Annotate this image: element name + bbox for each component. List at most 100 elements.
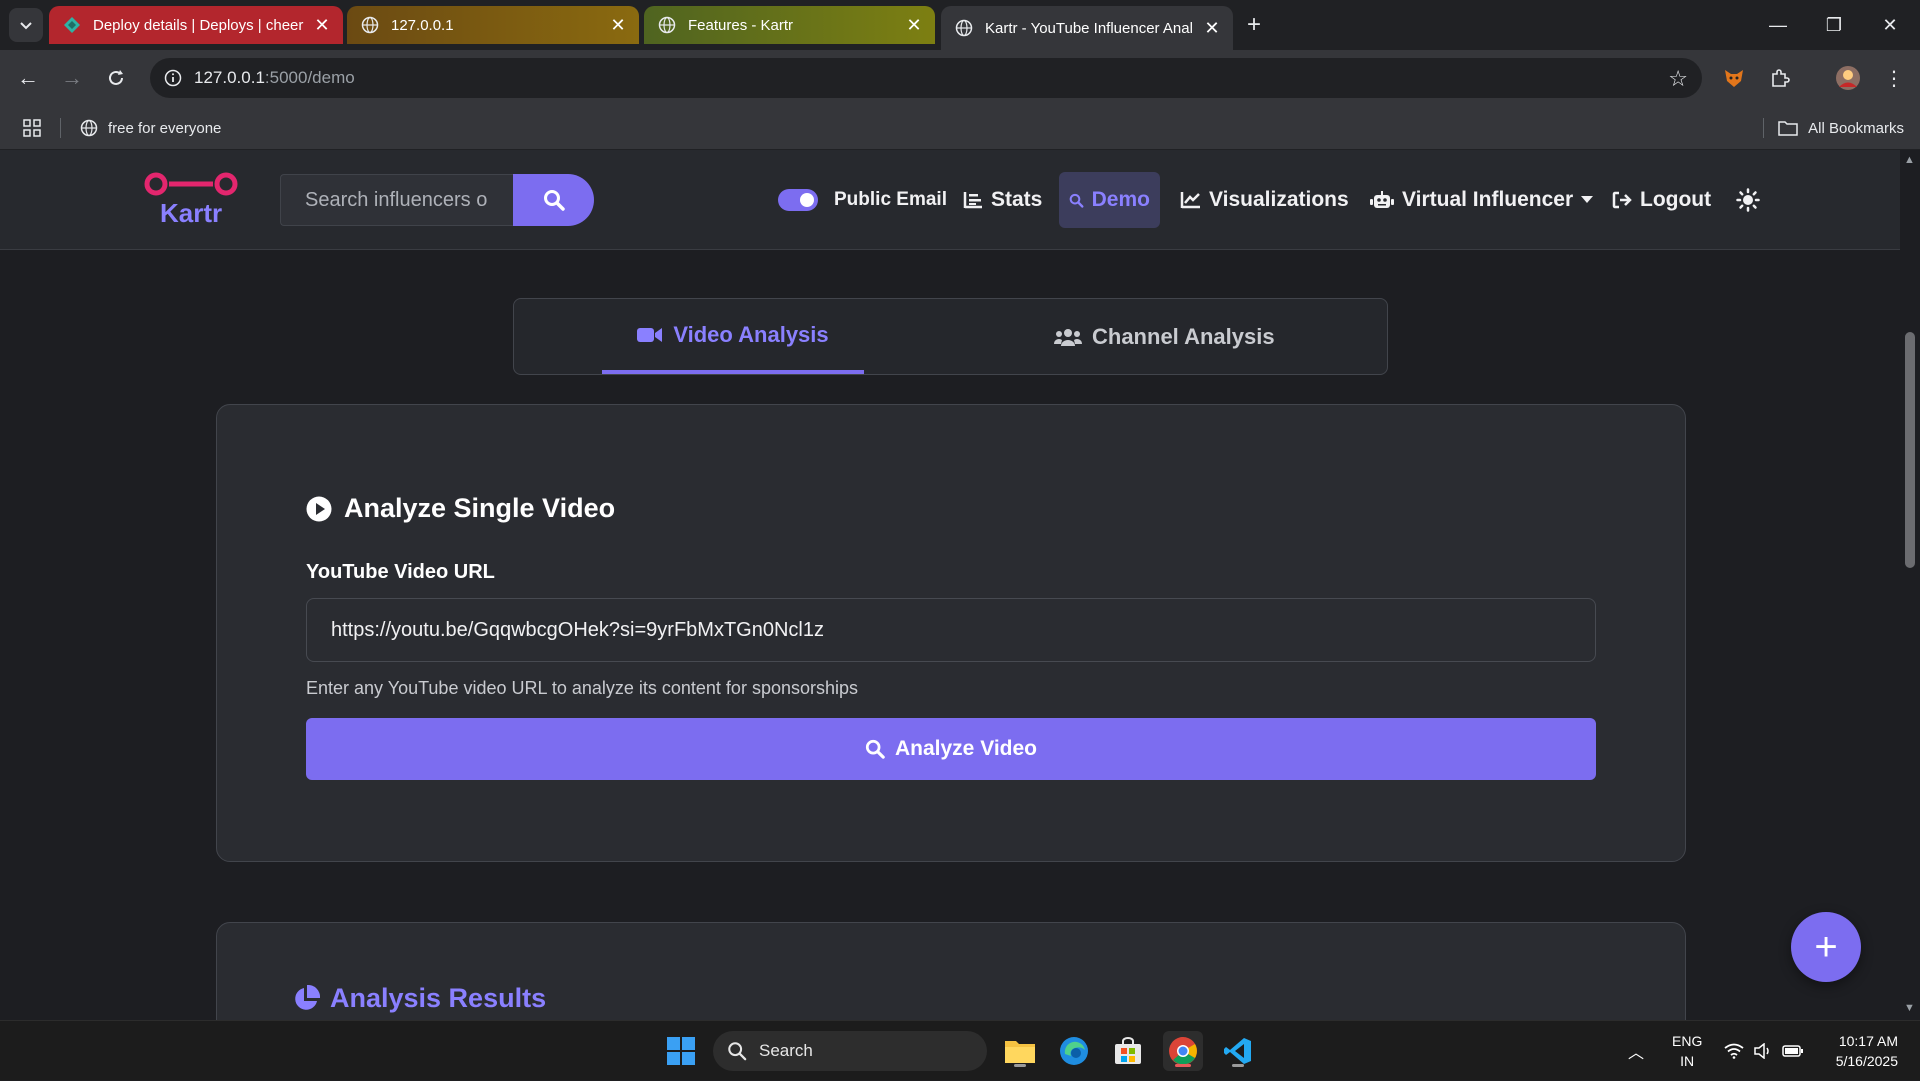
line-chart-icon: [1180, 192, 1200, 209]
close-window-button[interactable]: ✕: [1862, 0, 1918, 50]
search-button[interactable]: [513, 174, 594, 226]
scroll-down-arrow-icon[interactable]: ▼: [1904, 1002, 1915, 1014]
running-indicator: [1232, 1064, 1244, 1067]
browser-tab-localhost[interactable]: 127.0.0.1 ✕: [347, 6, 639, 44]
back-button[interactable]: ←: [12, 62, 44, 94]
scroll-thumb[interactable]: [1905, 332, 1915, 568]
url-field-label: YouTube Video URL: [306, 561, 495, 583]
url-help-text: Enter any YouTube video URL to analyze i…: [306, 678, 858, 698]
extensions-puzzle-icon[interactable]: [1764, 62, 1796, 94]
close-icon[interactable]: ✕: [1201, 17, 1223, 39]
list-chart-icon: [963, 192, 982, 209]
pie-chart-icon: [295, 984, 320, 1010]
tab-title: 127.0.0.1: [391, 16, 454, 34]
scroll-up-arrow-icon[interactable]: ▲: [1904, 154, 1915, 166]
profile-avatar[interactable]: [1832, 62, 1864, 94]
forward-button[interactable]: →: [56, 62, 88, 94]
public-email-toggle[interactable]: Public Email: [778, 172, 947, 228]
apps-grid-icon[interactable]: [22, 118, 42, 142]
page-scrollbar[interactable]: ▲ ▼: [1900, 150, 1920, 1020]
results-title: Analysis Results: [292, 983, 546, 1014]
users-icon: [1054, 328, 1082, 346]
chevron-down-icon: [20, 22, 32, 30]
globe-icon: [80, 119, 98, 137]
taskbar-search-label: Search: [759, 1041, 813, 1060]
running-indicator: [1014, 1064, 1026, 1067]
lang-top: ENG: [1672, 1033, 1703, 1049]
plus-icon: +: [1814, 924, 1838, 969]
nav-virtual-influencer[interactable]: Virtual Influencer: [1370, 172, 1594, 228]
lang-bottom: IN: [1680, 1053, 1695, 1069]
browser-tab-deploy[interactable]: Deploy details | Deploys | cheer ✕: [49, 6, 343, 44]
vscode-icon[interactable]: [1218, 1031, 1258, 1071]
search-icon: [865, 739, 885, 759]
battery-icon: [1782, 1045, 1803, 1057]
bookmark-label: free for everyone: [108, 119, 222, 137]
analysis-tabs: Video Analysis Channel Analysis: [513, 298, 1388, 375]
restore-button[interactable]: ❐: [1806, 0, 1862, 50]
address-bar[interactable]: 127.0.0.1:5000/demo ☆: [150, 58, 1702, 98]
search-icon: [728, 1042, 747, 1061]
tab-title: Kartr - YouTube Influencer Anal: [985, 19, 1193, 37]
floating-add-button[interactable]: +: [1791, 912, 1861, 982]
edge-browser-icon[interactable]: [1054, 1031, 1094, 1071]
analyze-video-label: Analyze Video: [895, 737, 1037, 760]
nav-stats-label: Stats: [991, 188, 1043, 211]
close-icon[interactable]: ✕: [311, 14, 333, 36]
chrome-browser-icon[interactable]: [1163, 1031, 1203, 1071]
analysis-results-card: Analysis Results: [216, 922, 1686, 1020]
close-icon[interactable]: ✕: [607, 14, 629, 36]
logout-icon: [1612, 191, 1632, 209]
taskbar-search[interactable]: Search: [713, 1031, 987, 1071]
theme-settings-button[interactable]: [1736, 172, 1760, 228]
tray-overflow-chevron-icon[interactable]: ︿: [1628, 1021, 1644, 1081]
nav-stats[interactable]: Stats: [963, 172, 1042, 228]
folder-icon: [1778, 121, 1798, 136]
new-tab-button[interactable]: +: [1240, 11, 1268, 39]
globe-icon: [955, 19, 973, 37]
logo-text: Kartr: [160, 198, 223, 228]
microsoft-store-icon[interactable]: [1108, 1031, 1148, 1071]
file-explorer-icon[interactable]: [1000, 1031, 1040, 1071]
divider: [60, 118, 61, 138]
system-tray-icons[interactable]: [1724, 1021, 1804, 1081]
results-title-text: Analysis Results: [330, 983, 547, 1013]
all-bookmarks-label: All Bookmarks: [1808, 119, 1904, 137]
globe-icon: [658, 16, 676, 34]
close-icon[interactable]: ✕: [903, 14, 925, 36]
fox-extension-icon[interactable]: [1718, 62, 1750, 94]
search-input[interactable]: Search influencers o: [280, 174, 513, 226]
kartr-logo[interactable]: Kartr: [142, 170, 252, 230]
minimize-button[interactable]: —: [1750, 0, 1806, 50]
running-indicator: [1175, 1064, 1191, 1067]
reload-icon: [109, 70, 123, 85]
browser-tab-kartr-active[interactable]: Kartr - YouTube Influencer Anal ✕: [941, 6, 1233, 50]
bookmark-free-for-everyone[interactable]: free for everyone: [80, 106, 221, 150]
nav-visualizations[interactable]: Visualizations: [1180, 172, 1349, 228]
chrome-menu-icon[interactable]: ⋮: [1878, 62, 1910, 94]
tab-title: Deploy details | Deploys | cheer: [93, 16, 304, 34]
language-indicator[interactable]: ENG IN: [1672, 1031, 1702, 1071]
tab-video-analysis[interactable]: Video Analysis: [602, 299, 864, 374]
tab-search-button[interactable]: [9, 8, 43, 42]
nav-logout[interactable]: Logout: [1612, 172, 1711, 228]
analyze-video-button[interactable]: Analyze Video: [306, 718, 1596, 780]
browser-tab-features[interactable]: Features - Kartr ✕: [644, 6, 935, 44]
reload-button[interactable]: [100, 62, 132, 94]
web-page: Kartr Search influencers o Public Email …: [0, 150, 1900, 1020]
card-title-text: Analyze Single Video: [344, 493, 616, 523]
sun-icon: [1736, 188, 1760, 212]
tab-title: Features - Kartr: [688, 16, 794, 34]
bookmark-star-icon[interactable]: ☆: [1668, 66, 1688, 92]
all-bookmarks-button[interactable]: All Bookmarks: [1778, 106, 1904, 150]
windows-start-icon[interactable]: [661, 1031, 701, 1071]
toggle-switch[interactable]: [778, 189, 818, 211]
system-clock[interactable]: 10:17 AM 5/16/2025: [1822, 1031, 1898, 1071]
url-host: 127.0.0.1: [194, 68, 265, 87]
tab-channel-analysis[interactable]: Channel Analysis: [1054, 299, 1275, 374]
nav-demo-label: Demo: [1091, 188, 1150, 211]
nav-visualizations-label: Visualizations: [1209, 188, 1349, 211]
youtube-url-input[interactable]: https://youtu.be/GqqwbcgOHek?si=9yrFbMxT…: [306, 598, 1596, 662]
site-header: Kartr Search influencers o Public Email …: [0, 150, 1900, 250]
nav-demo[interactable]: Demo: [1059, 172, 1160, 228]
